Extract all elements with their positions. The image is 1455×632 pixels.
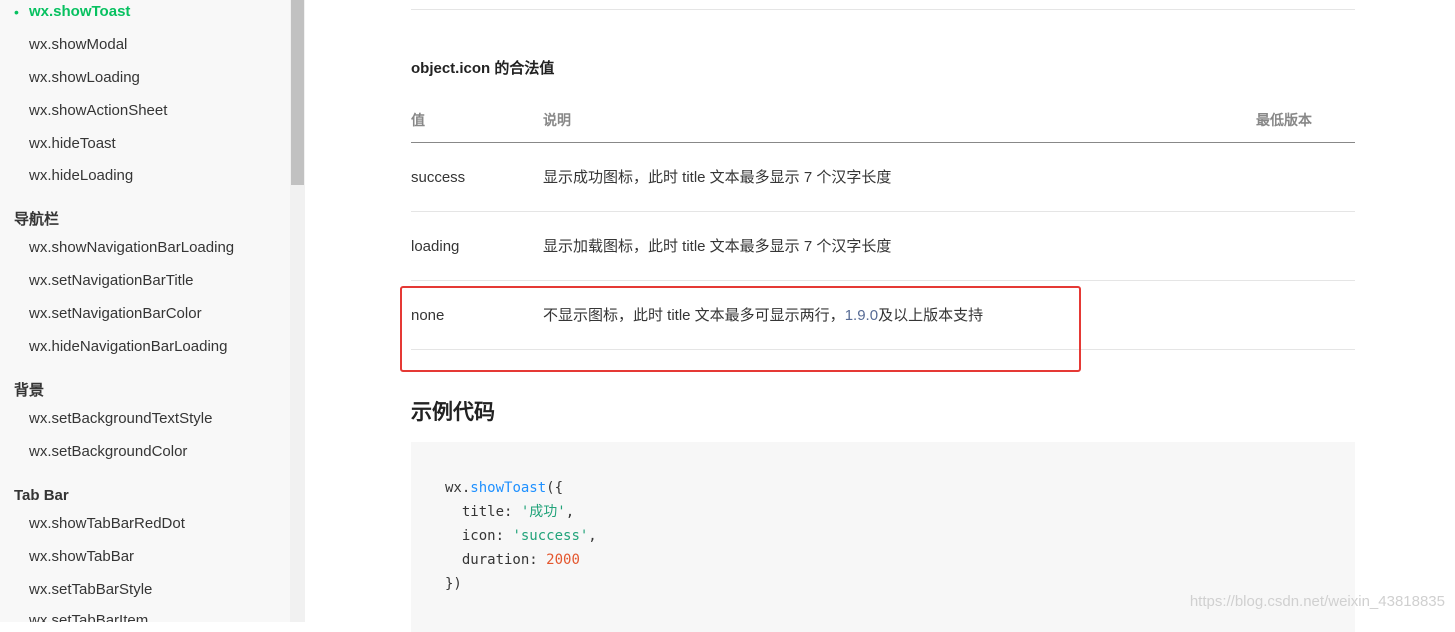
table-header-value: 值: [411, 112, 425, 128]
code-line: duration: 2000: [445, 552, 580, 568]
sidebar-item-setbackgroundtextstyle[interactable]: wx.setBackgroundTextStyle: [29, 409, 212, 429]
highlight-annotation-box: [400, 286, 1081, 372]
table-cell-description: 显示成功图标，此时 title 文本最多显示 7 个汉字长度: [543, 169, 892, 186]
table-header-divider: [411, 142, 1355, 143]
active-bullet: •: [14, 4, 19, 20]
sidebar-item-showactionsheet[interactable]: wx.showActionSheet: [29, 101, 167, 121]
sidebar-item-settabbaritem[interactable]: wx.setTabBarItem: [29, 611, 148, 622]
sidebar-item-showtoast[interactable]: wx.showToast: [29, 2, 130, 22]
sidebar-scrollbar[interactable]: [290, 0, 305, 622]
main-content: object.icon 的合法值 值 说明 最低版本 success 显示成功图…: [305, 0, 1455, 632]
sidebar-section-background: 背景: [14, 382, 45, 399]
code-line: icon: 'success',: [445, 528, 597, 544]
table-cell-description: 显示加载图标，此时 title 文本最多显示 7 个汉字长度: [543, 238, 892, 255]
code-heading: 示例代码: [411, 401, 495, 424]
sidebar-item-showtabbarreddot[interactable]: wx.showTabBarRedDot: [29, 514, 185, 534]
sidebar-item-setnavigationbartitle[interactable]: wx.setNavigationBarTitle: [29, 271, 194, 291]
sidebar-item-setbackgroundcolor[interactable]: wx.setBackgroundColor: [29, 442, 187, 462]
sidebar-item-hidetoast[interactable]: wx.hideToast: [29, 134, 116, 154]
sidebar-item-settabbarstyle[interactable]: wx.setTabBarStyle: [29, 580, 152, 600]
row-divider: [411, 280, 1355, 281]
code-line: wx.showToast({: [445, 480, 564, 496]
sidebar-item-showloading[interactable]: wx.showLoading: [29, 68, 140, 88]
sidebar: • wx.showToast wx.showModal wx.showLoadi…: [0, 0, 290, 622]
sidebar-item-hideloading[interactable]: wx.hideLoading: [29, 166, 133, 186]
table-cell-value: success: [411, 169, 466, 186]
code-line: }): [445, 576, 462, 592]
section-title: object.icon 的合法值: [411, 60, 555, 77]
sidebar-section-tabbar: Tab Bar: [14, 487, 69, 504]
sidebar-item-showtabbar[interactable]: wx.showTabBar: [29, 547, 134, 567]
sidebar-item-setnavigationbarcolor[interactable]: wx.setNavigationBarColor: [29, 304, 202, 324]
scrollbar-thumb[interactable]: [291, 0, 304, 185]
sidebar-item-shownavigationbarloading[interactable]: wx.showNavigationBarLoading: [29, 238, 234, 258]
table-cell-value: loading: [411, 238, 460, 255]
sidebar-section-navbar: 导航栏: [14, 211, 60, 228]
sidebar-item-showmodal[interactable]: wx.showModal: [29, 35, 127, 55]
row-divider: [411, 211, 1355, 212]
sidebar-item-hidenavigationbarloading[interactable]: wx.hideNavigationBarLoading: [29, 337, 227, 357]
watermark: https://blog.csdn.net/weixin_43818835: [1189, 593, 1445, 610]
code-line: title: '成功',: [445, 504, 575, 520]
table-header-min-version: 最低版本: [1256, 112, 1312, 128]
divider: [411, 9, 1355, 10]
table-header-description: 说明: [543, 112, 571, 128]
